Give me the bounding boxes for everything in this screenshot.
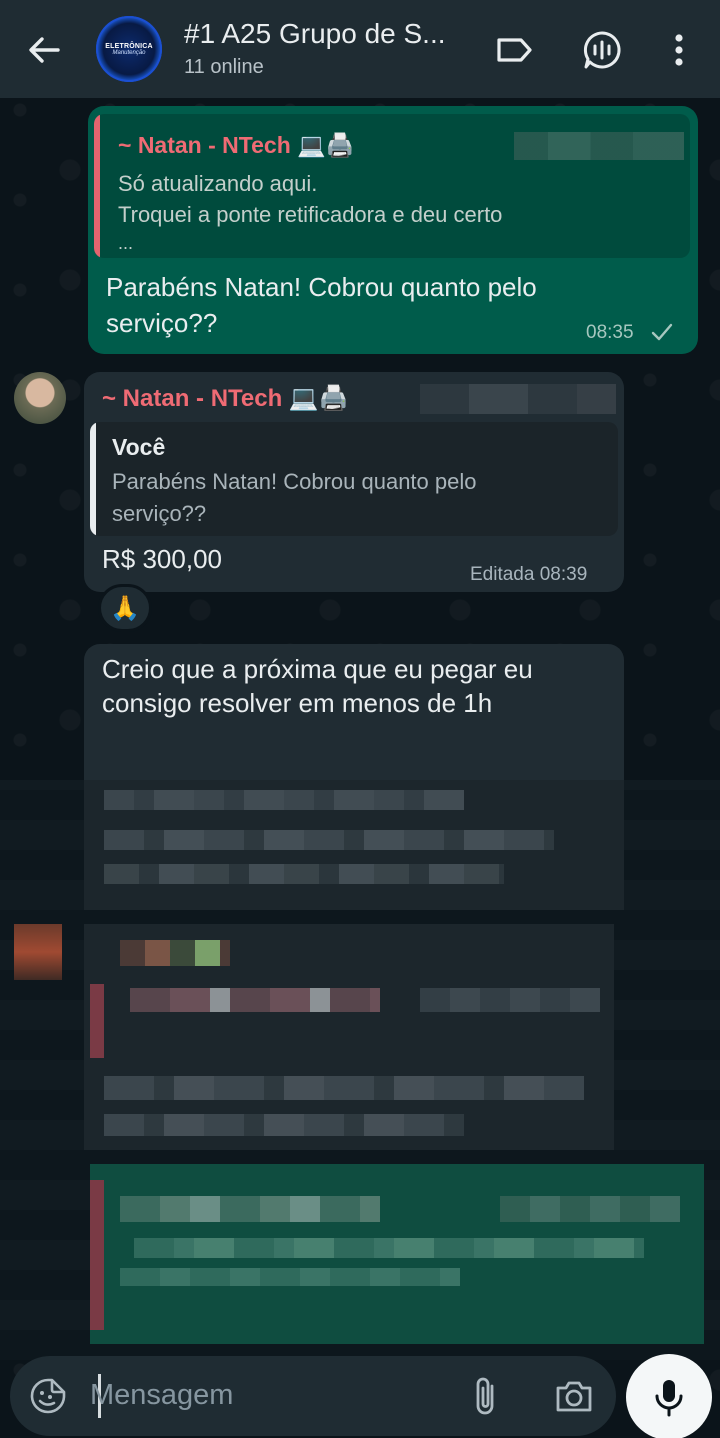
quoted-message[interactable]: Você Parabéns Natan! Cobrou quanto pelo …	[90, 422, 618, 536]
pixelated-line	[120, 1196, 380, 1222]
label-icon[interactable]	[490, 26, 538, 74]
pixelated-quote-bar	[90, 1180, 104, 1330]
blurred-phone	[420, 384, 616, 414]
chat-header: ELETRÔNICA Manutenção #1 A25 Grupo de S.…	[0, 0, 720, 98]
outgoing-message[interactable]: ~ Natan - NTech 💻🖨️ Só atualizando aqui.…	[88, 106, 698, 354]
quoted-line: Troquei a ponte retificadora e deu certo	[118, 202, 503, 227]
pixelated-line	[420, 988, 600, 1012]
mic-icon	[655, 1380, 683, 1417]
more-vert-icon[interactable]	[656, 26, 702, 74]
chat-title-area[interactable]: #1 A25 Grupo de S... 11 online	[184, 18, 484, 79]
message-text: R$ 300,00	[102, 544, 222, 574]
quoted-author: Você	[112, 434, 166, 460]
quote-bar	[90, 422, 96, 536]
pixelated-line	[134, 1238, 644, 1258]
quoted-line: serviço??	[112, 501, 207, 526]
pixelated-line	[104, 790, 464, 810]
message-text: serviço??	[106, 308, 218, 338]
emoji-sticker-icon[interactable]	[28, 1376, 68, 1416]
quoted-line: Parabéns Natan! Cobrou quanto pelo	[112, 469, 477, 494]
message-text: Creio que a próxima que eu pegar eu	[102, 654, 533, 684]
message-text: Parabéns Natan! Cobrou quanto pelo	[106, 272, 537, 302]
pixelated-line	[104, 1114, 464, 1136]
quoted-message[interactable]: ~ Natan - NTech 💻🖨️ Só atualizando aqui.…	[94, 114, 690, 258]
blurred-phone	[514, 132, 684, 160]
pixelated-line	[130, 988, 380, 1012]
quoted-author: ~ Natan - NTech 💻🖨️	[118, 132, 355, 158]
back-arrow-icon[interactable]	[22, 28, 66, 72]
check-icon	[651, 323, 673, 341]
pixelated-name	[120, 940, 230, 966]
pixelated-line	[500, 1196, 680, 1222]
attach-icon[interactable]	[468, 1374, 504, 1418]
chat-title: #1 A25 Grupo de S...	[184, 18, 446, 49]
pixelated-avatar	[14, 924, 62, 980]
message-input[interactable]	[90, 1372, 450, 1418]
sender-avatar[interactable]	[14, 372, 66, 424]
message-time: Editada 08:39	[470, 564, 588, 585]
message-composer	[10, 1356, 616, 1436]
voice-chat-icon[interactable]	[578, 26, 626, 74]
online-count: 11 online	[184, 56, 264, 78]
pixelated-line	[120, 1268, 460, 1286]
quote-bar	[94, 114, 100, 258]
mic-button[interactable]	[626, 1354, 712, 1438]
incoming-message[interactable]: ~ Natan - NTech 💻🖨️ Você Parabéns Natan!…	[84, 372, 624, 592]
message-text: consigo resolver em menos de 1h	[102, 688, 493, 718]
sender-name[interactable]: ~ Natan - NTech 💻🖨️	[102, 384, 349, 413]
reaction-badge[interactable]: 🙏	[98, 584, 152, 632]
pixelated-line	[104, 864, 504, 884]
group-avatar[interactable]: ELETRÔNICA Manutenção	[96, 16, 162, 82]
message-time: 08:35	[586, 322, 634, 343]
pixelated-line	[104, 830, 554, 850]
quoted-line: ...	[118, 233, 134, 253]
quoted-line: Só atualizando aqui.	[118, 171, 318, 196]
pixelated-line	[104, 1076, 584, 1100]
pixelated-quote-bar	[90, 984, 104, 1058]
camera-icon[interactable]	[552, 1376, 596, 1416]
incoming-message[interactable]: Creio que a próxima que eu pegar eu cons…	[84, 644, 624, 794]
